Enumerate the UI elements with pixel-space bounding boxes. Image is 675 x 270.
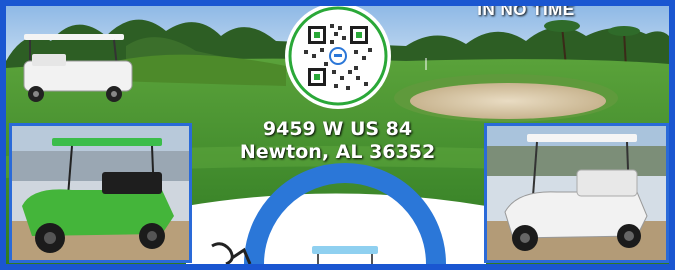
headline: IN NO TIME xyxy=(477,0,575,19)
qr-code-icon xyxy=(288,6,388,106)
address-city-state-zip: Newton, AL 36352 xyxy=(239,141,436,163)
qr-code[interactable] xyxy=(288,6,388,106)
green-golf-cart-photo xyxy=(9,123,192,263)
flyer-frame: IN NO TIME 9459 W US 84 Newton, AL 36352 xyxy=(0,0,675,270)
white-golf-cart-photo xyxy=(484,123,669,263)
address-street: 9459 W US 84 xyxy=(262,118,413,140)
address-block: 9459 W US 84 Newton, AL 36352 xyxy=(210,118,465,164)
